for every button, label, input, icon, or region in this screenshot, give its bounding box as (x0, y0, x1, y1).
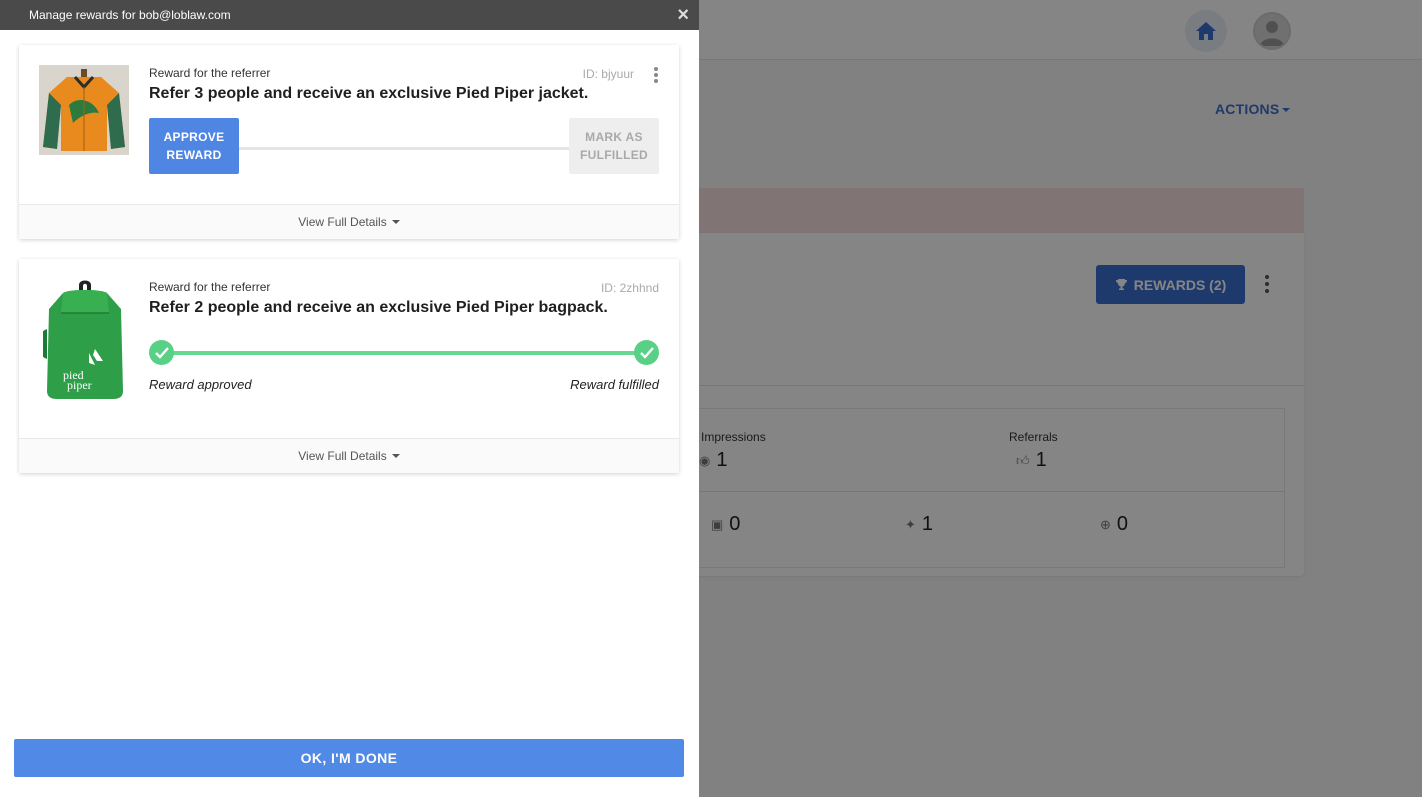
bag-logo-line2: piper (67, 378, 92, 392)
view-full-details-toggle[interactable]: View Full Details (19, 204, 679, 239)
reward-type-label: Reward for the referrer (149, 66, 271, 80)
reward-type-label: Reward for the referrer (149, 280, 271, 294)
caret-down-icon (391, 220, 400, 224)
caret-down-icon (391, 454, 400, 458)
view-full-details-label: View Full Details (298, 215, 387, 229)
approve-reward-button[interactable]: APPROVE REWARD (149, 118, 239, 174)
reward-id: ID: bjyuur (582, 67, 634, 81)
status-approved: Reward approved (149, 377, 252, 392)
jacket-image (39, 65, 129, 155)
approved-check-icon (149, 340, 174, 365)
reward-title: Refer 2 people and receive an exclusive … (149, 299, 608, 316)
reward-card-jacket: Reward for the referrer ID: bjyuur Refer… (19, 45, 679, 239)
progress-track-complete (161, 351, 647, 355)
reward-id: ID: 2zhhnd (600, 281, 659, 295)
view-full-details-label: View Full Details (298, 449, 387, 463)
reward-title: Refer 3 people and receive an exclusive … (149, 85, 589, 102)
fulfill-label-line2: FULFILLED (579, 148, 649, 162)
progress-track (239, 147, 569, 150)
mark-fulfilled-button[interactable]: MARK AS FULFILLED (569, 118, 659, 174)
modal-header: Manage rewards for bob@loblaw.com × (0, 0, 699, 30)
fulfilled-check-icon (634, 340, 659, 365)
approve-label-line2: REWARD (166, 148, 222, 162)
fulfill-label-line1: MARK AS (585, 130, 643, 144)
manage-rewards-modal: Manage rewards for bob@loblaw.com × Rewa… (0, 0, 699, 797)
view-full-details-toggle[interactable]: View Full Details (19, 438, 679, 473)
modal-title: Manage rewards for bob@loblaw.com (29, 8, 231, 22)
approve-label-line1: APPROVE (163, 130, 225, 144)
reward-card-bagpack: pied piper Reward for the referrer ID: 2… (19, 259, 679, 473)
bagpack-image: pied piper (39, 279, 131, 404)
reward-menu-icon[interactable] (653, 67, 659, 83)
close-icon[interactable]: × (677, 5, 689, 25)
status-fulfilled: Reward fulfilled (570, 377, 659, 392)
done-button[interactable]: OK, I'M DONE (14, 739, 684, 777)
